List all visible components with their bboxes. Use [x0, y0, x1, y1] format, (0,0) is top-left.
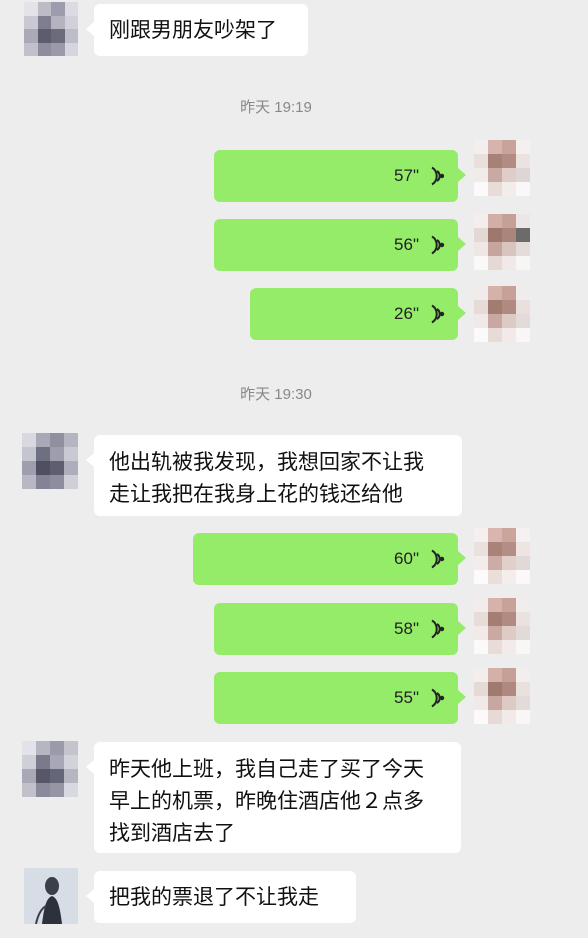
contact-avatar[interactable]: [24, 2, 78, 56]
self-avatar[interactable]: [474, 140, 530, 196]
self-avatar[interactable]: [474, 528, 530, 584]
voice-wave-icon: [431, 688, 445, 708]
voice-duration: 60": [394, 549, 419, 568]
voice-wave-icon: [431, 235, 445, 255]
message-text-received: 刚跟男朋友吵架了: [86, 4, 308, 56]
self-avatar[interactable]: [474, 668, 530, 724]
voice-wave-icon: [431, 166, 445, 186]
self-avatar[interactable]: [474, 598, 530, 654]
voice-message[interactable]: 56": [214, 219, 466, 271]
contact-avatar[interactable]: [22, 433, 78, 489]
voice-duration: 57": [394, 166, 419, 185]
voice-message[interactable]: 60": [193, 533, 466, 585]
contact-avatar[interactable]: [24, 868, 78, 924]
voice-message[interactable]: 57": [214, 150, 466, 202]
contact-avatar[interactable]: [22, 741, 78, 797]
voice-message[interactable]: 26": [250, 288, 466, 340]
timestamp: 昨天 19:30: [240, 386, 312, 403]
voice-wave-icon: [431, 549, 445, 569]
voice-message[interactable]: 58": [214, 603, 466, 655]
message-text-received: 他出轨被我发现，我想回家不让我 走让我把在我身上花的钱还给他: [86, 435, 462, 516]
voice-duration: 26": [394, 304, 419, 323]
voice-message[interactable]: 55": [214, 672, 466, 724]
message-text-received: 昨天他上班，我自己走了买了今天 早上的机票，昨晚住酒店他２点多 找到酒店去了: [86, 742, 461, 853]
self-avatar[interactable]: [474, 286, 530, 342]
voice-duration: 58": [394, 619, 419, 638]
message-text-received: 把我的票退了不让我走: [86, 871, 356, 923]
self-avatar[interactable]: [474, 214, 530, 270]
voice-wave-icon: [431, 304, 445, 324]
voice-wave-icon: [431, 619, 445, 639]
voice-duration: 56": [394, 235, 419, 254]
timestamp: 昨天 19:19: [240, 99, 312, 116]
voice-duration: 55": [394, 688, 419, 707]
